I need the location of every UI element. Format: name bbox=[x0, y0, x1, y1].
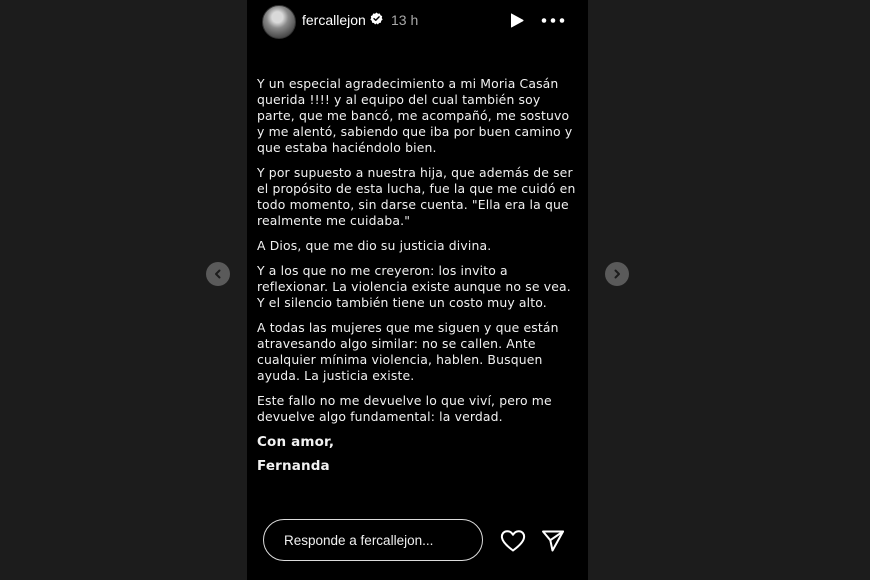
story-header: fercallejon 13 h bbox=[247, 0, 588, 44]
next-story-button[interactable] bbox=[605, 262, 629, 286]
story-paragraph: A todas las mujeres que me siguen y que … bbox=[257, 320, 559, 383]
reply-input[interactable]: Responde a fercallejon... bbox=[263, 519, 483, 561]
send-icon[interactable] bbox=[540, 528, 566, 554]
story-paragraph: A Dios, que me dio su justicia divina. bbox=[257, 238, 492, 253]
story-text: Y un especial agradecimiento a mi Moria … bbox=[257, 76, 587, 474]
avatar[interactable] bbox=[262, 5, 296, 39]
play-icon[interactable] bbox=[509, 12, 525, 29]
post-time: 13 h bbox=[391, 12, 419, 28]
closing-text: Con amor, bbox=[257, 434, 335, 450]
previous-story-button[interactable] bbox=[206, 262, 230, 286]
story-paragraph: Y a los que no me creyeron: los invito a… bbox=[257, 263, 571, 310]
chevron-right-icon bbox=[614, 269, 620, 279]
story-paragraph: Este fallo no me devuelve lo que viví, p… bbox=[257, 393, 552, 424]
username[interactable]: fercallejon bbox=[302, 12, 366, 28]
chevron-left-icon bbox=[215, 269, 221, 279]
verified-badge-icon bbox=[370, 12, 383, 25]
story-paragraph: Y por supuesto a nuestra hija, que ademá… bbox=[257, 165, 576, 228]
story-viewer: fercallejon 13 h Y un especial agradecim… bbox=[247, 0, 588, 580]
story-paragraph: Y un especial agradecimiento a mi Moria … bbox=[257, 76, 573, 155]
more-options-icon[interactable] bbox=[541, 12, 565, 29]
signature-text: Fernanda bbox=[257, 458, 330, 474]
heart-icon[interactable] bbox=[500, 529, 526, 553]
reply-placeholder: Responde a fercallejon... bbox=[284, 533, 434, 548]
